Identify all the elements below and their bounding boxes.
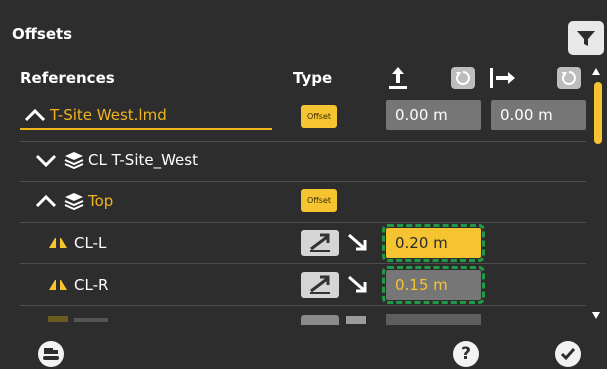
divider	[20, 222, 586, 223]
slope-down-icon[interactable]	[346, 316, 366, 324]
help-icon: ?	[461, 344, 471, 364]
horizontal-offset-field[interactable]: 0.00 m	[491, 100, 586, 130]
direction-button[interactable]	[301, 272, 339, 298]
offset-type-badge[interactable]: Offset	[301, 189, 337, 212]
line-icon	[49, 238, 67, 248]
checkmark-icon	[560, 348, 576, 361]
filter-button[interactable]	[568, 21, 604, 55]
line-icon	[49, 280, 67, 290]
type-header: Type	[293, 69, 333, 87]
chevron-down-icon	[35, 154, 57, 167]
vertical-offset-field[interactable]: 0.15 m	[382, 266, 485, 304]
filter-icon	[577, 31, 595, 46]
machine-button[interactable]	[38, 341, 64, 367]
help-button[interactable]: ?	[453, 341, 479, 367]
slope-up-icon	[310, 233, 330, 252]
divider	[20, 141, 586, 142]
vertical-offset-field[interactable]: 0.00 m	[386, 100, 481, 130]
confirm-button[interactable]	[555, 341, 581, 367]
slope-down-icon[interactable]	[346, 232, 368, 254]
divider	[20, 305, 586, 306]
slope-down-icon[interactable]	[346, 274, 368, 296]
reference-file-label: T-Site West.lmd	[50, 106, 167, 124]
horizontal-offset-icon	[488, 64, 518, 92]
bottom-toolbar	[0, 333, 607, 369]
layers-icon	[64, 152, 84, 169]
scroll-down-arrow[interactable]	[592, 312, 600, 319]
direction-button[interactable]	[301, 315, 339, 325]
layers-icon	[64, 193, 84, 210]
page-title: Offsets	[12, 25, 73, 43]
divider	[20, 181, 586, 182]
vertical-offset-field[interactable]	[386, 314, 481, 325]
reset-horizontal-button[interactable]	[557, 67, 581, 89]
direction-button[interactable]	[301, 230, 339, 256]
line-label: CL-R	[74, 276, 109, 294]
chevron-up-icon	[24, 108, 46, 122]
slope-up-icon	[310, 275, 330, 294]
line-icon	[48, 316, 68, 322]
vertical-offset-icon	[386, 64, 410, 92]
scroll-up-arrow[interactable]	[592, 68, 600, 75]
reset-icon	[455, 71, 470, 85]
divider	[20, 263, 586, 264]
layer-label: Top	[88, 192, 114, 210]
reset-icon	[561, 71, 576, 85]
vertical-offset-field[interactable]: 0.20 m	[382, 224, 485, 262]
scrollbar-thumb[interactable]	[594, 82, 602, 144]
list-item[interactable]: CL T-Site_West	[20, 145, 586, 175]
chevron-up-icon	[35, 194, 57, 208]
machine-icon	[43, 348, 59, 360]
line-label	[74, 318, 108, 322]
line-label: CL-L	[74, 234, 107, 252]
references-header: References	[20, 69, 115, 87]
reset-vertical-button[interactable]	[451, 67, 475, 89]
selection-underline	[20, 128, 272, 130]
surface-label: CL T-Site_West	[88, 151, 198, 169]
offset-type-badge[interactable]: Offset	[301, 105, 337, 128]
